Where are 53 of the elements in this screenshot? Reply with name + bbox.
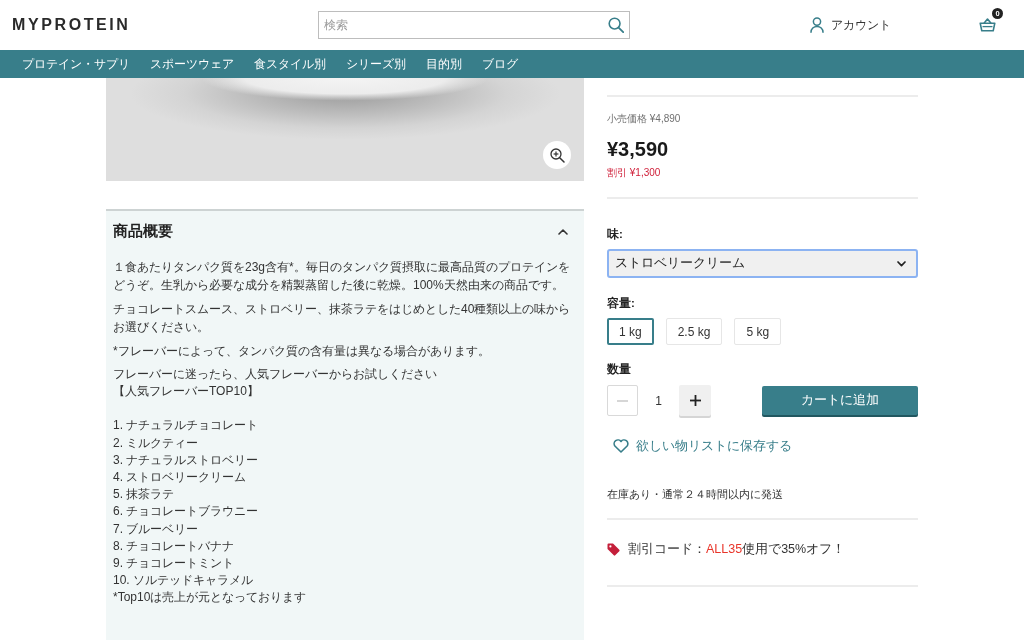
- nav-link[interactable]: 目的別: [416, 50, 472, 78]
- size-label: 容量:: [607, 295, 636, 311]
- zoom-button[interactable]: [543, 141, 571, 169]
- quantity-label: 数量: [607, 362, 632, 377]
- ranking-item: 7. ブルーベリー: [113, 520, 200, 538]
- site-logo[interactable]: MYPROTEIN: [12, 16, 131, 33]
- flavour-label: 味:: [607, 227, 624, 242]
- price-text: ¥3,590: [607, 137, 670, 161]
- description-paragraph: *フレーバーによって、タンパク質の含有量は異なる場合があります。: [113, 343, 491, 360]
- ranking-item: 8. チョコレートバナナ: [113, 537, 236, 555]
- description-text: フレーバーに迷ったら、人気フレーバーからお試しください: [113, 366, 438, 383]
- nav-link[interactable]: プロテイン・サプリ: [12, 50, 140, 78]
- saving-text: 割引 ¥1,300: [607, 166, 662, 180]
- promo-code-text: 割引コード：ALL35使用で35%オフ！: [628, 541, 846, 558]
- search-field[interactable]: 検索: [318, 11, 630, 39]
- ranking-item: 3. ナチュラルストロベリー: [113, 451, 260, 469]
- flavour-dropdown[interactable]: ストロベリークリーム: [607, 249, 918, 278]
- ranking-item: 4. ストロベリークリーム: [113, 469, 248, 486]
- nav-link[interactable]: スポーツウェア: [140, 50, 244, 78]
- increase-button[interactable]: [679, 385, 711, 416]
- ranking-item: 9. チョコレートミント: [113, 555, 236, 573]
- stock-status-text: 在庫あり・通常２４時間以内に発送: [607, 487, 784, 502]
- chevron-down-icon: [897, 260, 906, 267]
- zoom-in-icon: [549, 147, 565, 163]
- cart-button[interactable]: [979, 18, 996, 32]
- nav-link[interactable]: シリーズ別: [336, 50, 416, 78]
- size-option[interactable]: 1 kg: [607, 318, 654, 345]
- add-to-cart-button[interactable]: カートに追加: [762, 386, 918, 415]
- plus-icon: [689, 395, 701, 406]
- tag-icon: [607, 542, 620, 556]
- description-text: 【人気フレーバーTOP10】: [113, 383, 260, 401]
- retail-price-text: 小売価格 ¥4,890: [607, 112, 682, 126]
- minus-icon: [617, 399, 628, 402]
- ranking-item: 6. チョコレートブラウニー: [113, 503, 260, 521]
- search-icon[interactable]: [608, 17, 624, 33]
- description-paragraph: １食あたりタンパク質を23g含有*。毎日のタンパク質摂取に最高品質のプロテインをどうぞ。生乳から必要な成分を精製蒸留した後に乾燥。100%天然由来の商品です。: [113, 259, 571, 294]
- wishlist-link[interactable]: 欲しい物リストに保存する: [613, 437, 792, 455]
- size-option[interactable]: 5 kg: [734, 318, 782, 345]
- quantity-field[interactable]: 1: [638, 390, 679, 411]
- size-option[interactable]: 2.5 kg: [665, 318, 723, 345]
- user-icon: [810, 17, 824, 33]
- footnote-text: *Top10は売上が元となっております: [113, 589, 308, 607]
- ranking-item: 2. ミルクティー: [113, 434, 200, 452]
- nav-link[interactable]: ブログ: [472, 50, 528, 78]
- nav-link[interactable]: 食スタイル別: [244, 50, 336, 78]
- account-link[interactable]: アカウント: [810, 16, 891, 34]
- ranking-item: 5. 抹茶ラテ: [113, 486, 176, 504]
- description-paragraph: チョコレートスムース、ストロベリー、抹茶ラテをはじめとした40種類以上の味からお選びください。: [113, 301, 572, 336]
- accordion-header[interactable]: 商品概要: [106, 211, 584, 252]
- heart-icon: [613, 439, 629, 453]
- ranking-item: 10. ソルテッドキャラメル: [113, 572, 254, 590]
- ranking-item: 1. ナチュラルチョコレート: [113, 417, 260, 435]
- basket-icon: [979, 18, 996, 32]
